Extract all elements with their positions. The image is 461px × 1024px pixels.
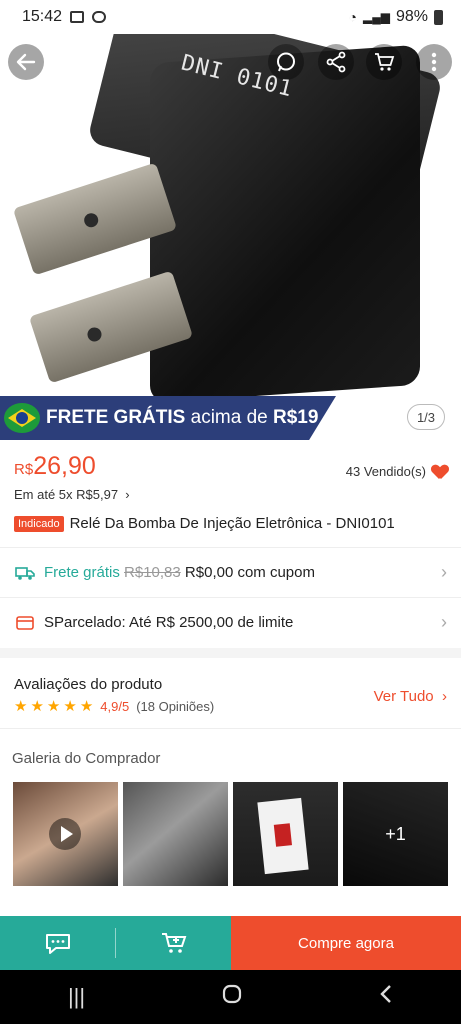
product-box: [257, 797, 309, 875]
battery-icon: [434, 9, 443, 25]
price-section: R$26,90 Em até 5x R$5,97 › 43 Vendido(s): [14, 452, 448, 502]
chevron-right-icon: ›: [441, 612, 447, 632]
battery-percent: 98%: [395, 8, 428, 25]
product-image[interactable]: DNI 0101: [0, 34, 461, 440]
see-all-link[interactable]: Ver Tudo ›: [374, 688, 447, 705]
recent-apps-icon[interactable]: |||: [68, 984, 85, 1010]
whatsapp-icon: [277, 52, 295, 72]
see-all-label: Ver Tudo: [373, 688, 434, 705]
more-vertical-icon: [431, 52, 437, 72]
star-icon: ★: [30, 698, 44, 715]
installments-text: Em até 5x R$5,97: [14, 487, 119, 502]
back-nav-icon[interactable]: [379, 983, 393, 1011]
product-title: Relé Da Bomba De Injeção Eletrônica - DN…: [69, 515, 395, 532]
chevron-right-icon: ›: [121, 487, 130, 502]
shipping-new-price: R$0,00 com cupom: [184, 564, 315, 581]
half-star-icon: ★: [79, 698, 94, 715]
share-icon: [326, 51, 346, 73]
indicado-badge: Indicado: [14, 515, 64, 532]
status-bar: 15:42 ◔ ▂▄▆ 98%: [0, 0, 461, 34]
section-divider: [0, 728, 461, 729]
shipping-label: Frete grátis: [44, 564, 120, 581]
home-icon[interactable]: [221, 983, 243, 1011]
bottom-left-actions: [0, 916, 231, 970]
free-shipping-banner: FRETE GRÁTIS acima de R$19: [0, 396, 336, 440]
section-divider: [0, 648, 461, 658]
rating-count: (18 Opiniões): [136, 699, 215, 714]
chat-button[interactable]: [0, 916, 115, 970]
banner-text: FRETE GRÁTIS acima de R$19: [46, 407, 318, 429]
heart-icon[interactable]: [432, 465, 448, 479]
star-icon: ★: [46, 698, 61, 715]
sold-text: 43 Vendido(s): [345, 464, 426, 479]
price-currency: R$: [14, 461, 34, 478]
shipping-row[interactable]: Frete grátis R$10,83 R$0,00 com cupom ›: [0, 547, 461, 597]
search-area[interactable]: [62, 44, 262, 80]
sparcelado-row[interactable]: SParcelado: Até R$ 2500,00 de limite ›: [0, 597, 461, 647]
image-counter: 1/3: [407, 404, 445, 430]
reviews-section[interactable]: Avaliações do produto ★ ★ ★ ★ ★ 4,9/5 (1…: [0, 664, 461, 728]
brazil-flag-icon: [4, 403, 40, 433]
banner-rest: acima de: [190, 407, 268, 428]
whatsapp-button[interactable]: [268, 44, 304, 80]
installment-card-icon: [14, 612, 36, 634]
shipping-text: Frete grátis R$10,83 R$0,00 com cupom: [44, 564, 441, 581]
banner-amount: R$19: [273, 407, 319, 428]
gallery-photo[interactable]: [233, 782, 338, 886]
buy-now-button[interactable]: Compre agora: [231, 916, 461, 970]
back-button[interactable]: [8, 44, 44, 80]
add-to-cart-icon: [161, 933, 186, 953]
gallery-more-photo[interactable]: +1: [343, 782, 448, 886]
bottom-action-bar: Compre agora: [0, 916, 461, 970]
rating-value: 4,9/5: [100, 699, 130, 714]
gallery-photo[interactable]: [123, 782, 228, 886]
more-button[interactable]: [416, 44, 452, 80]
star-icon: ★: [14, 698, 28, 715]
star-icon: ★: [63, 698, 77, 715]
sold-count: 43 Vendido(s): [346, 464, 448, 479]
share-button[interactable]: [318, 44, 354, 80]
shield-icon: [92, 11, 107, 23]
banner-bold: FRETE GRÁTIS: [46, 407, 186, 428]
clock: 15:42: [22, 8, 63, 25]
arrow-left-icon: [16, 53, 36, 71]
notification-icon: [70, 11, 85, 23]
system-navigation-bar: |||: [0, 970, 461, 1024]
product-title-line: Indicado Relé Da Bomba De Injeção Eletrô…: [14, 515, 454, 532]
add-to-cart-button[interactable]: [116, 916, 231, 970]
truck-icon: [14, 562, 36, 584]
price-value: 26,90: [33, 452, 96, 480]
signal-icon: ▂▄▆: [363, 10, 390, 24]
chevron-right-icon: ›: [437, 688, 447, 705]
installments-link[interactable]: Em até 5x R$5,97 ›: [14, 487, 448, 502]
cart-icon: [375, 53, 395, 71]
search-icon: [73, 54, 89, 70]
sparcelado-text: SParcelado: Até R$ 2500,00 de limite: [44, 614, 294, 631]
chat-icon: [45, 934, 70, 954]
chevron-right-icon: ›: [441, 562, 447, 582]
play-icon: [49, 818, 81, 850]
shipping-old-price: R$10,83: [124, 564, 181, 581]
more-photos-count: +1: [343, 782, 448, 886]
buyer-gallery: +1: [13, 782, 448, 886]
wifi-icon: ◔: [348, 9, 357, 25]
gallery-title: Galeria do Comprador: [12, 750, 161, 767]
cart-button[interactable]: [366, 44, 402, 80]
gallery-video-thumb[interactable]: [13, 782, 118, 886]
